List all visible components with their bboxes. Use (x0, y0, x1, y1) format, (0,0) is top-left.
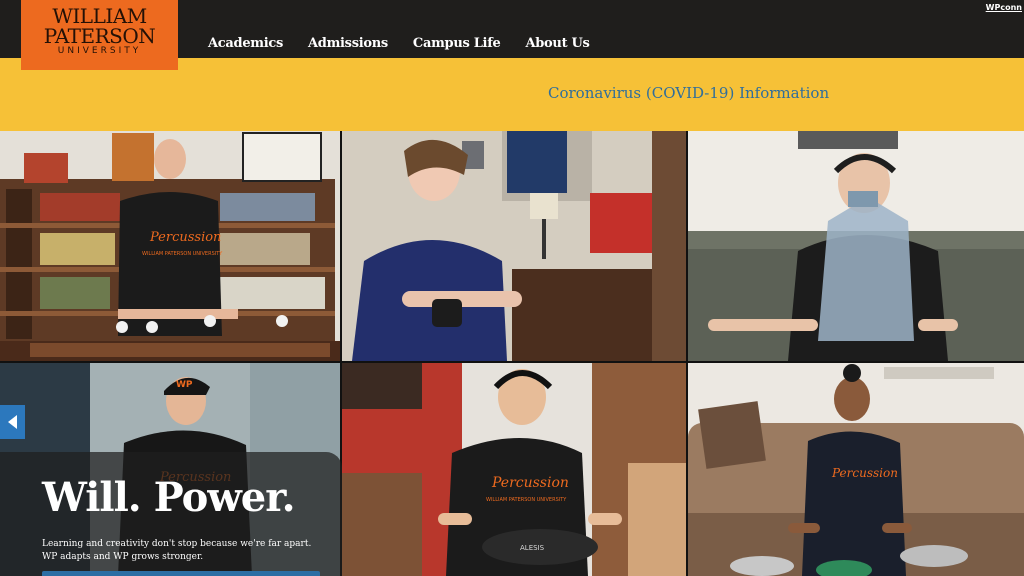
wpconnect-link[interactable]: WPconn (986, 3, 1022, 12)
video-tile-couch: Percussion (688, 363, 1024, 576)
couch-player-image: Percussion (688, 363, 1024, 576)
tshirt-brand-text-3: Percussion (491, 475, 569, 491)
hero-headline: Will. Power. (42, 474, 296, 521)
shaker-player-image (342, 131, 686, 361)
chevron-left-icon (8, 415, 17, 429)
water-jug-player-image (688, 131, 1024, 361)
nav-campus-life[interactable]: Campus Life (413, 36, 501, 51)
tshirt-sub-text-3: WILLIAM PATERSON UNIVERSITY (486, 497, 567, 503)
video-tile-marimba: Percussion WILLIAM PATERSON UNIVERSITY (0, 131, 340, 361)
marimba-player-image: Percussion WILLIAM PATERSON UNIVERSITY (0, 131, 340, 361)
cap-text: WP (176, 380, 193, 390)
carousel-prev-button[interactable] (0, 405, 25, 439)
hero-body: Learning and creativity don't stop becau… (42, 538, 332, 564)
hero-overlay: Will. Power. Learning and creativity don… (0, 452, 342, 576)
drum-brand-text: ALESIS (520, 544, 545, 552)
top-navigation-bar: WILLIAM PATERSON UNIVERSITY Academics Ad… (0, 0, 1024, 70)
hero-cta-button[interactable] (42, 571, 320, 576)
hero-body-line-1: Learning and creativity don't stop becau… (42, 539, 312, 549)
nav-admissions[interactable]: Admissions (308, 36, 388, 51)
logo-line-1: WILLIAM (52, 4, 147, 28)
covid-info-link[interactable]: Coronavirus (COVID-19) Information (548, 84, 829, 102)
nav-academics[interactable]: Academics (208, 36, 283, 51)
university-logo[interactable]: WILLIAM PATERSON UNIVERSITY (21, 0, 178, 70)
drum-pad-player-image: Percussion WILLIAM PATERSON UNIVERSITY A… (342, 363, 686, 576)
tshirt-sub-text: WILLIAM PATERSON UNIVERSITY (142, 251, 223, 257)
video-tile-drum-pad: Percussion WILLIAM PATERSON UNIVERSITY A… (342, 363, 686, 576)
main-nav: Academics Admissions Campus Life About U… (208, 36, 590, 51)
tshirt-brand-text: Percussion (149, 230, 221, 245)
video-tile-water-jug (688, 131, 1024, 361)
nav-about-us[interactable]: About Us (525, 36, 589, 51)
logo-line-2: PATERSON (43, 24, 156, 48)
hero-body-line-2: WP adapts and WP grows stronger. (42, 552, 204, 562)
tshirt-brand-text-4: Percussion (831, 466, 898, 480)
video-tile-shaker (342, 131, 686, 361)
